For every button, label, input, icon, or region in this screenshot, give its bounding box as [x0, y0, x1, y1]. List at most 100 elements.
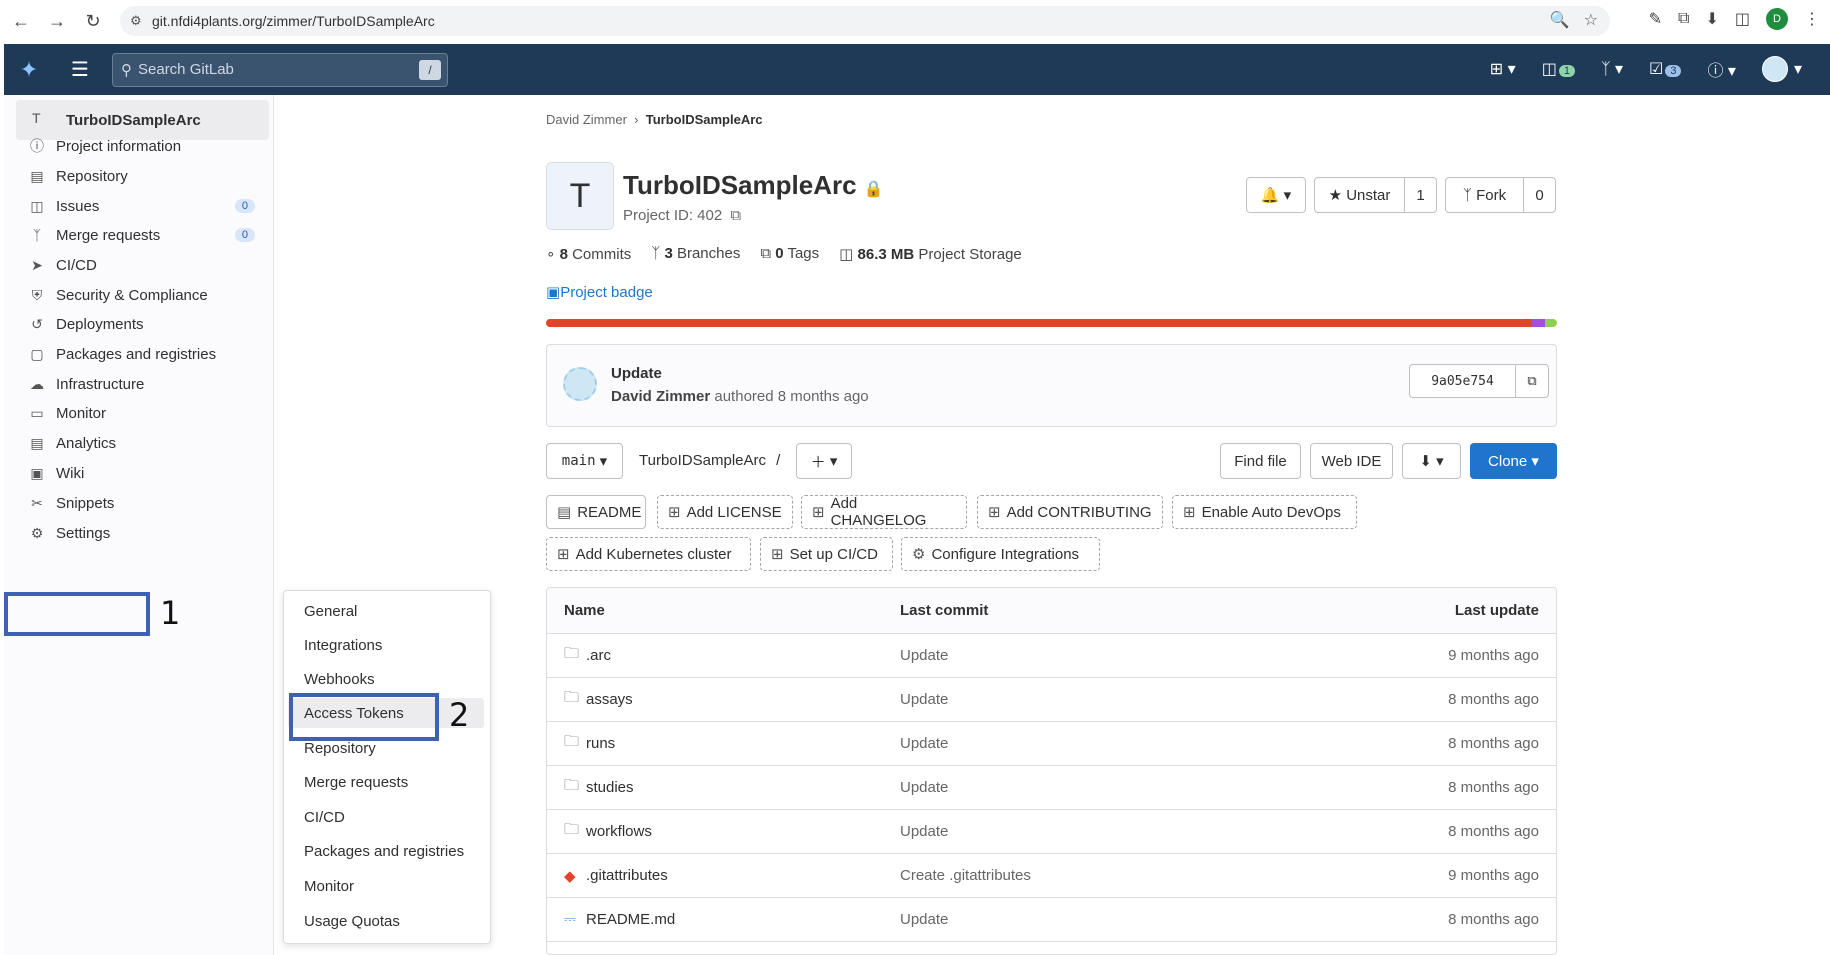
issues-nav-icon[interactable]: ◫ 1 — [1542, 59, 1575, 79]
file-name-cell[interactable]: 🗀 studies — [564, 766, 634, 809]
user-menu[interactable]: ▾ — [1761, 56, 1802, 82]
browser-menu-icon[interactable]: ⋮ — [1804, 9, 1820, 29]
last-commit-cell[interactable]: Update — [900, 766, 948, 809]
file-name[interactable]: .gitattributes — [586, 867, 668, 884]
last-commit-cell[interactable]: Update — [900, 898, 948, 941]
fork-count[interactable]: 0 — [1524, 187, 1555, 204]
extensions-puzzle-icon[interactable]: ⧉ — [1678, 10, 1689, 28]
sidebar-item-repository[interactable]: ▤ Repository — [16, 160, 269, 192]
repo-path-root[interactable]: TurboIDSampleArc — [639, 452, 766, 469]
quick-action-add-license[interactable]: ⊞ Add LICENSE — [657, 495, 793, 529]
search-input[interactable]: ⚲ Search GitLab / — [112, 52, 448, 87]
download-dropdown[interactable]: ⬇ ▾ — [1402, 443, 1461, 479]
download-icon[interactable]: ⬇ — [1705, 9, 1718, 29]
create-new-icon[interactable]: ⊞ ▾ — [1490, 59, 1516, 79]
web-ide-button[interactable]: Web IDE — [1310, 443, 1393, 479]
file-name-cell[interactable]: 🗀 assays — [564, 678, 633, 721]
file-name[interactable]: studies — [586, 779, 634, 796]
storage-stat[interactable]: ◫ 86.3 MB Project Storage — [839, 245, 1022, 263]
copy-sha-icon[interactable]: ⧉ — [1516, 365, 1548, 397]
sidebar-item-monitor[interactable]: ▭ Monitor — [16, 397, 269, 429]
bookmark-star-icon[interactable]: ☆ — [1584, 10, 1598, 30]
flyout-item-webhooks[interactable]: Webhooks — [304, 671, 375, 688]
language-bar-segment[interactable] — [1531, 319, 1545, 327]
clone-button[interactable]: Clone ▾ — [1470, 443, 1557, 479]
table-row[interactable]: 🗀 assays Update 8 months ago — [547, 678, 1556, 722]
fork-button[interactable]: ᛉ Fork 0 — [1445, 177, 1556, 213]
gitlab-logo-icon[interactable]: ✦ — [4, 44, 54, 95]
sidebar-item-ci-cd[interactable]: ➤ CI/CD — [16, 249, 269, 281]
flyout-item-packages-and-registries[interactable]: Packages and registries — [304, 843, 464, 860]
sidebar-item-settings[interactable]: ⚙ Settings — [16, 517, 269, 549]
sidebar-item-security-compliance[interactable]: ⛨ Security & Compliance — [16, 279, 269, 311]
table-row[interactable]: ⎓ README.md Update 8 months ago — [547, 898, 1556, 942]
flyout-item-monitor[interactable]: Monitor — [304, 878, 354, 895]
quick-action-add-changelog[interactable]: ⊞ Add CHANGELOG — [801, 495, 967, 529]
help-icon[interactable]: ⓘ ▾ — [1707, 57, 1735, 81]
unstar-button[interactable]: ★ Unstar 1 — [1314, 177, 1437, 213]
notification-button[interactable]: 🔔 ▾ — [1246, 177, 1306, 213]
quick-action-enable-auto-devops[interactable]: ⊞ Enable Auto DevOps — [1172, 495, 1357, 529]
commit-sha[interactable]: 9a05e754 — [1410, 365, 1516, 397]
language-bar-segment[interactable] — [1544, 319, 1557, 327]
reload-icon[interactable]: ↻ — [78, 6, 108, 36]
file-name[interactable]: README.md — [586, 911, 675, 928]
table-row[interactable]: ◆ .gitattributes Create .gitattributes 9 mo… — [547, 854, 1556, 898]
hamburger-menu-icon[interactable]: ☰ — [62, 57, 98, 82]
sidebar-item-analytics[interactable]: ▤ Analytics — [16, 427, 269, 459]
tags-stat[interactable]: ⧉ 0 Tags — [760, 245, 819, 263]
commit-author-avatar[interactable] — [563, 367, 597, 401]
browser-profile-avatar[interactable]: D — [1766, 8, 1788, 30]
table-row[interactable]: 🗀 runs Update 8 months ago — [547, 722, 1556, 766]
last-commit-cell[interactable]: Create .gitattributes — [900, 854, 1031, 897]
last-commit-cell[interactable]: Update — [900, 634, 948, 677]
sidebar-item-packages-and-registries[interactable]: ▢ Packages and registries — [16, 338, 269, 370]
back-icon[interactable]: ← — [6, 6, 36, 36]
flyout-item-usage-quotas[interactable]: Usage Quotas — [304, 913, 400, 930]
find-file-button[interactable]: Find file — [1220, 443, 1301, 479]
file-name[interactable]: workflows — [586, 823, 652, 840]
quick-action-readme[interactable]: ▤ README — [546, 495, 646, 529]
sidebar-item-deployments[interactable]: ↺ Deployments — [16, 308, 269, 340]
address-bar[interactable]: ⚙ git.nfdi4plants.org/zimmer/TurboIDSamp… — [120, 6, 1610, 36]
todo-nav-icon[interactable]: ☑ 3 — [1649, 59, 1682, 79]
project-badge-image[interactable]: ▣Project badge — [546, 283, 653, 301]
merge-requests-nav-icon[interactable]: ᛉ ▾ — [1601, 59, 1623, 79]
quick-action-set-up-ci-cd[interactable]: ⊞ Set up CI/CD — [760, 537, 893, 571]
quick-action-add-kubernetes-cluster[interactable]: ⊞ Add Kubernetes cluster — [546, 537, 751, 571]
sidebar-item-wiki[interactable]: ▣ Wiki — [16, 457, 269, 489]
commit-author[interactable]: David Zimmer — [611, 388, 710, 405]
flyout-item-integrations[interactable]: Integrations — [304, 637, 382, 654]
flyout-item-general[interactable]: General — [304, 603, 357, 620]
quick-action-configure-integrations[interactable]: ⚙ Configure Integrations — [901, 537, 1100, 571]
star-count[interactable]: 1 — [1405, 187, 1436, 204]
file-name-cell[interactable]: ◆ .gitattributes — [564, 854, 668, 897]
site-info-icon[interactable]: ⚙ — [130, 13, 152, 29]
copy-id-icon[interactable]: ⧉ — [730, 207, 741, 224]
table-row[interactable]: 🗀 .arc Update 9 months ago — [547, 634, 1556, 678]
sidebar-item-project-information[interactable]: ⓘ Project information — [16, 130, 269, 162]
last-commit-cell[interactable]: Update — [900, 678, 948, 721]
flyout-item-ci-cd[interactable]: CI/CD — [304, 809, 345, 826]
language-bar-segment[interactable] — [546, 319, 1532, 327]
last-commit-cell[interactable]: Update — [900, 810, 948, 853]
breadcrumb-project[interactable]: TurboIDSampleArc — [646, 112, 763, 127]
sidebar-item-infrastructure[interactable]: ☁ Infrastructure — [16, 368, 269, 400]
flyout-item-merge-requests[interactable]: Merge requests — [304, 774, 408, 791]
file-name-cell[interactable]: 🗀 .arc — [564, 634, 611, 677]
extension-pen-icon[interactable]: ✎ — [1649, 9, 1662, 29]
language-bar[interactable] — [546, 319, 1557, 327]
table-row[interactable]: 🗀 studies Update 8 months ago — [547, 766, 1556, 810]
branch-select[interactable]: main ▾ — [546, 443, 623, 479]
commit-title[interactable]: Update — [611, 365, 662, 382]
sidepanel-icon[interactable]: ◫ — [1735, 9, 1750, 29]
flyout-item-repository[interactable]: Repository — [304, 740, 376, 757]
file-name[interactable]: assays — [586, 691, 633, 708]
sidebar-item-issues[interactable]: ◫ Issues 0 — [16, 190, 269, 222]
table-row[interactable]: 🗀 workflows Update 8 months ago — [547, 810, 1556, 854]
forward-icon[interactable]: → — [42, 6, 72, 36]
file-name-cell[interactable]: ⎓ README.md — [564, 898, 675, 941]
file-name[interactable]: .arc — [586, 647, 611, 664]
quick-action-add-contributing[interactable]: ⊞ Add CONTRIBUTING — [977, 495, 1163, 529]
file-name-cell[interactable]: 🗀 runs — [564, 722, 615, 765]
